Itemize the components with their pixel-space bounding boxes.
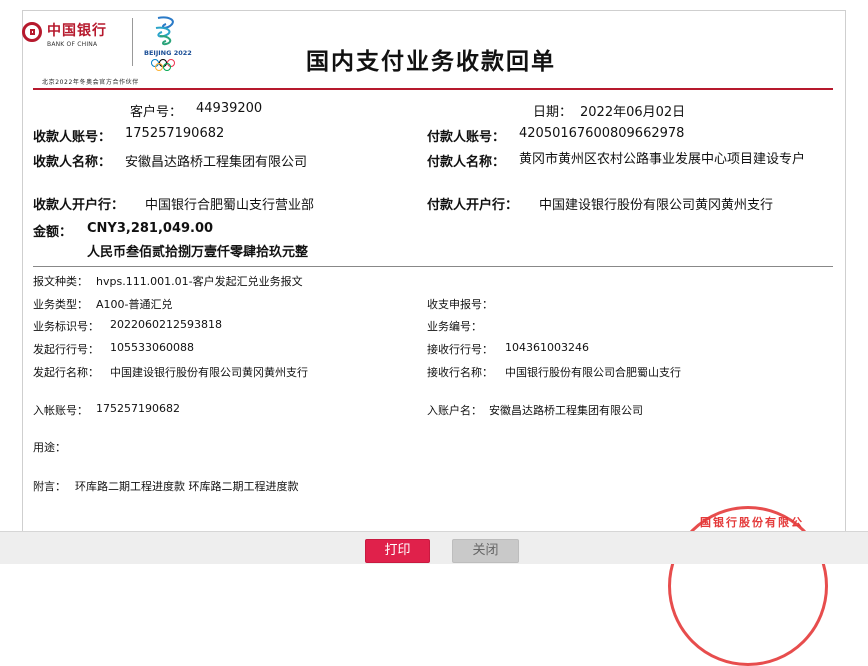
in-account-name-value: 安徽昌达路桥工程集团有限公司: [489, 404, 643, 417]
bank-seal-stamp: [668, 506, 828, 666]
date-label: 日期：: [533, 105, 573, 120]
payer-account-value: 42050167600809662978: [519, 126, 685, 141]
in-account-value: 175257190682: [96, 402, 180, 415]
payer-name-label: 付款人名称：: [427, 155, 506, 170]
recv-bank-no-label: 接收行行号：: [427, 343, 493, 356]
in-account-name-label: 入账户名：: [427, 404, 482, 417]
header-divider: [132, 18, 133, 66]
bank-logo-icon: [22, 22, 42, 42]
send-bank-name-value: 中国建设银行股份有限公司黄冈黄州支行: [110, 366, 308, 379]
payer-bank-label: 付款人开户行：: [427, 198, 519, 213]
close-button[interactable]: 关闭: [452, 539, 519, 563]
amount-in-words: 人民币叁佰贰拾捌万壹仟零肆拾玖元整: [87, 245, 309, 260]
biz-no-label: 业务编号：: [427, 320, 482, 333]
payee-bank-label: 收款人开户行：: [33, 198, 125, 213]
payer-bank-value: 中国建设银行股份有限公司黄冈黄州支行: [539, 198, 774, 213]
payee-name-label: 收款人名称：: [33, 155, 112, 170]
bank-name-en: BANK OF CHINA: [47, 41, 98, 48]
send-bank-name-label: 发起行名称：: [33, 366, 99, 379]
customer-no-value: 44939200: [196, 101, 263, 116]
in-account-label: 入帐账号：: [33, 404, 88, 417]
date-value: 2022年06月02日: [580, 105, 686, 120]
recv-bank-no-value: 104361003246: [505, 341, 589, 354]
biz-id-value: 2022060212593818: [110, 318, 222, 331]
payee-name-value: 安徽昌达路桥工程集团有限公司: [125, 155, 308, 170]
bank-name-cn: 中国银行: [47, 23, 107, 39]
receipt-no-label: 收支申报号：: [427, 298, 493, 311]
customer-no-label: 客户号：: [130, 105, 183, 120]
remark-label: 附言：: [33, 480, 66, 493]
olympic-wordmark: BEIJING 2022: [144, 49, 192, 57]
recv-bank-name-label: 接收行名称：: [427, 366, 493, 379]
msg-type-value: hvps.111.001.01-客户发起汇兑业务报文: [96, 275, 303, 288]
amount-value: CNY3,281,049.00: [87, 221, 214, 236]
header-rule: [33, 88, 833, 90]
payee-account-value: 175257190682: [125, 126, 225, 141]
olympic-partner-text: 北京2022年冬奥会官方合作伙伴: [42, 79, 139, 86]
payee-bank-value: 中国银行合肥蜀山支行营业部: [145, 198, 315, 213]
print-button[interactable]: 打印: [365, 539, 430, 563]
msg-type-label: 报文种类：: [33, 275, 88, 288]
biz-id-label: 业务标识号：: [33, 320, 99, 333]
payee-account-label: 收款人账号：: [33, 130, 112, 145]
payer-name-value: 黄冈市黄州区农村公路事业发展中心项目建设专户: [519, 152, 806, 167]
payer-account-label: 付款人账号：: [427, 130, 506, 145]
action-bar: [0, 531, 868, 564]
biz-type-value: A100-普通汇兑: [96, 298, 173, 311]
purpose-label: 用途：: [33, 441, 66, 454]
send-bank-no-value: 105533060088: [110, 341, 194, 354]
recv-bank-name-value: 中国银行股份有限公司合肥蜀山支行: [505, 366, 681, 379]
page-title: 国内支付业务收款回单: [306, 48, 556, 75]
remark-value: 环库路二期工程进度款 环库路二期工程进度款: [75, 480, 299, 493]
amount-label: 金额：: [33, 225, 73, 240]
beijing-2022-emblem-icon: BEIJING 2022: [144, 16, 192, 71]
stamp-text: 国银行股份有限公: [700, 516, 804, 529]
section-divider: [33, 266, 833, 267]
send-bank-no-label: 发起行行号：: [33, 343, 99, 356]
biz-type-label: 业务类型：: [33, 298, 88, 311]
